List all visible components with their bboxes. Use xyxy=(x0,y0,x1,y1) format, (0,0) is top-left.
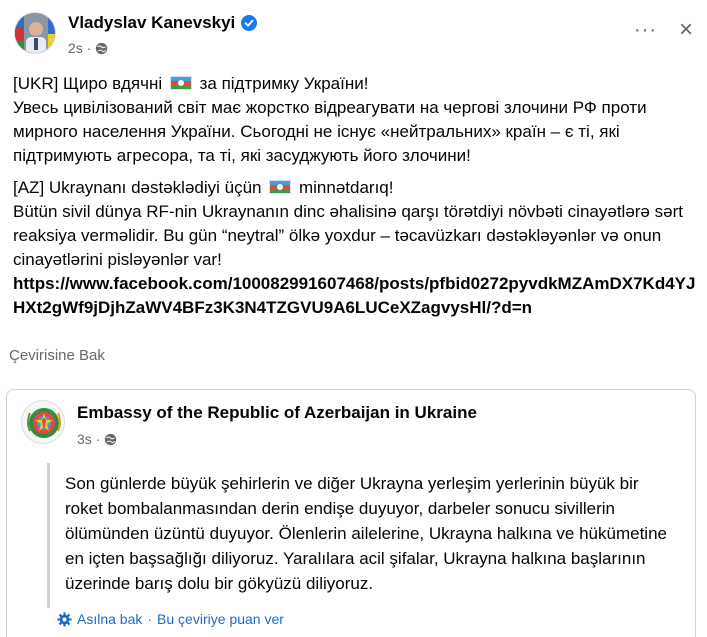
meta-separator: · xyxy=(95,431,101,447)
az-thanks-end: minnətdarıq! xyxy=(298,178,394,197)
az-thanks-start: [AZ] Ukraynanı dəstəklədiyi üçün xyxy=(13,178,262,197)
translation-actions: Asıl­na bak · Bu çeviriye puan ver xyxy=(57,611,284,627)
globe-icon xyxy=(105,433,117,445)
action-separator: · xyxy=(147,611,153,627)
az-body: Bütün sivil dünya RF-nin Ukraynanın dinc… xyxy=(13,202,683,269)
translated-quote: Son günlerde büyük şehirlerin ve diğer U… xyxy=(47,463,687,608)
shared-timestamp[interactable]: 3s xyxy=(77,431,92,447)
rate-translation-link[interactable]: Bu çeviriye puan ver xyxy=(157,611,284,627)
meta-separator: · xyxy=(86,40,92,56)
avatar-photo xyxy=(15,13,55,53)
post-link[interactable]: https://www.facebook.com/100082991607468… xyxy=(13,272,703,320)
see-original-link[interactable]: Asıl­na bak xyxy=(77,611,142,627)
author-avatar[interactable] xyxy=(14,12,56,54)
globe-icon xyxy=(96,42,108,54)
post-timestamp[interactable]: 2s xyxy=(68,40,83,56)
author-name[interactable]: Vladyslav Kanevskyi xyxy=(68,13,235,33)
post-text: [UKR] Щиро вдячні за підтримку України! … xyxy=(13,72,703,328)
close-icon[interactable]: × xyxy=(679,18,693,42)
shared-page-name[interactable]: Embassy of the Republic of Azerbaijan in… xyxy=(77,403,477,423)
embassy-emblem-avatar[interactable] xyxy=(21,400,65,444)
azerbaijan-flag-icon xyxy=(269,180,292,194)
azerbaijan-flag-icon xyxy=(169,76,192,90)
ukr-thanks-start: [UKR] Щиро вдячні xyxy=(13,74,163,93)
see-translation-link[interactable]: Çevirisine Bak xyxy=(9,347,105,364)
azerbaijan-emblem-icon xyxy=(24,403,64,443)
ukr-thanks-end: за підтримку України! xyxy=(199,74,369,93)
post-header: Vladyslav Kanevskyi 2s · ··· × xyxy=(14,10,707,64)
gear-icon[interactable] xyxy=(57,611,72,627)
more-options-icon[interactable]: ··· xyxy=(634,20,657,40)
shared-post-card[interactable]: Embassy of the Republic of Azerbaijan in… xyxy=(6,389,696,637)
ukr-paragraph: [UKR] Щиро вдячні за підтримку України! … xyxy=(13,72,703,168)
verified-badge-icon xyxy=(241,15,258,31)
ukr-body: Увесь цивілізований світ має жорстко від… xyxy=(13,98,647,165)
az-paragraph: [AZ] Ukraynanı dəstəklədiyi üçün minnətd… xyxy=(13,176,703,320)
